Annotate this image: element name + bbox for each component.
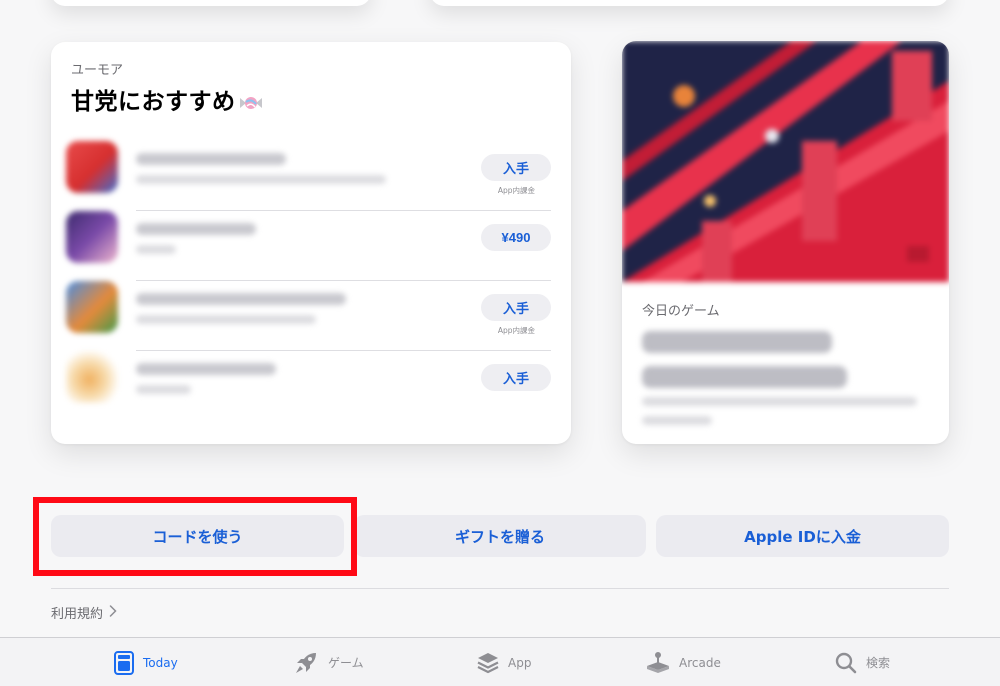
get-button[interactable]: 入手 [481,294,551,321]
card-title: 甘党におすすめ [71,82,264,116]
blurred-app-name [136,293,346,305]
blurred-app-subtitle [136,385,191,394]
tab-search[interactable]: 検索 [834,638,890,686]
get-button[interactable]: 入手 [481,364,551,391]
list-item[interactable]: 入手 App内課金 [66,281,551,351]
candy-icon [238,92,264,110]
chevron-right-icon [109,604,117,621]
tab-today[interactable]: Today [113,638,178,686]
tab-label: ゲーム [328,656,364,670]
blurred-headline [642,366,847,388]
terms-link[interactable]: 利用規約 [51,603,117,622]
send-gift-button[interactable]: ギフトを贈る [354,515,646,557]
price-button[interactable]: ¥490 [481,224,551,251]
app-icon [66,211,118,263]
tab-arcade[interactable]: Arcade [645,638,721,686]
list-item[interactable]: ¥490 [66,211,551,281]
app-icon [66,281,118,333]
sweet-tooth-collection-card[interactable]: ユーモア 甘党におすすめ 入手 App内課金 ¥490 入手 App内課金 入手 [51,42,571,444]
in-app-purchase-note: App内課金 [497,326,535,335]
section-divider [51,588,949,589]
tab-games[interactable]: ゲーム [294,638,364,686]
get-button[interactable]: 入手 [481,154,551,181]
search-icon [834,651,858,675]
highlight-box [33,497,357,576]
tab-apps[interactable]: App [476,638,531,686]
previous-card-bottom[interactable] [51,0,371,6]
tab-label: Arcade [679,655,721,670]
tab-label: 検索 [866,656,891,670]
previous-card-bottom[interactable] [430,0,949,6]
blurred-app-name [136,223,256,235]
add-funds-button[interactable]: Apple IDに入金 [656,515,949,557]
rocket-icon [294,651,320,675]
app-icon [66,141,118,193]
blurred-app-subtitle [136,315,316,324]
app-store-today-page: ユーモア 甘党におすすめ 入手 App内課金 ¥490 入手 App内課金 入手… [0,0,1000,686]
blurred-app-subtitle [136,175,386,184]
today-icon [113,650,135,675]
blurred-app-name [136,363,276,375]
terms-label: 利用規約 [51,607,104,622]
card-eyebrow: ユーモア [71,63,124,78]
arcade-icon [645,651,671,675]
tab-label: App [508,655,532,670]
list-item[interactable]: 入手 [66,351,551,421]
card-title-text: 甘党におすすめ [71,89,236,115]
game-of-the-day-card[interactable]: 今日のゲーム [622,41,949,444]
blurred-description [642,397,917,406]
blurred-description [642,416,712,425]
app-icon [66,351,118,403]
blurred-headline [642,331,832,353]
list-item[interactable]: 入手 App内課金 [66,141,551,211]
game-artwork [622,41,949,282]
in-app-purchase-note: App内課金 [497,186,535,195]
tab-bar: Today ゲーム App Arcade 検索 [0,637,1000,686]
tab-label: Today [143,655,178,670]
app-stack-icon [476,651,500,675]
card-eyebrow: 今日のゲーム [642,304,720,319]
blurred-app-name [136,153,286,165]
blurred-app-subtitle [136,245,176,254]
